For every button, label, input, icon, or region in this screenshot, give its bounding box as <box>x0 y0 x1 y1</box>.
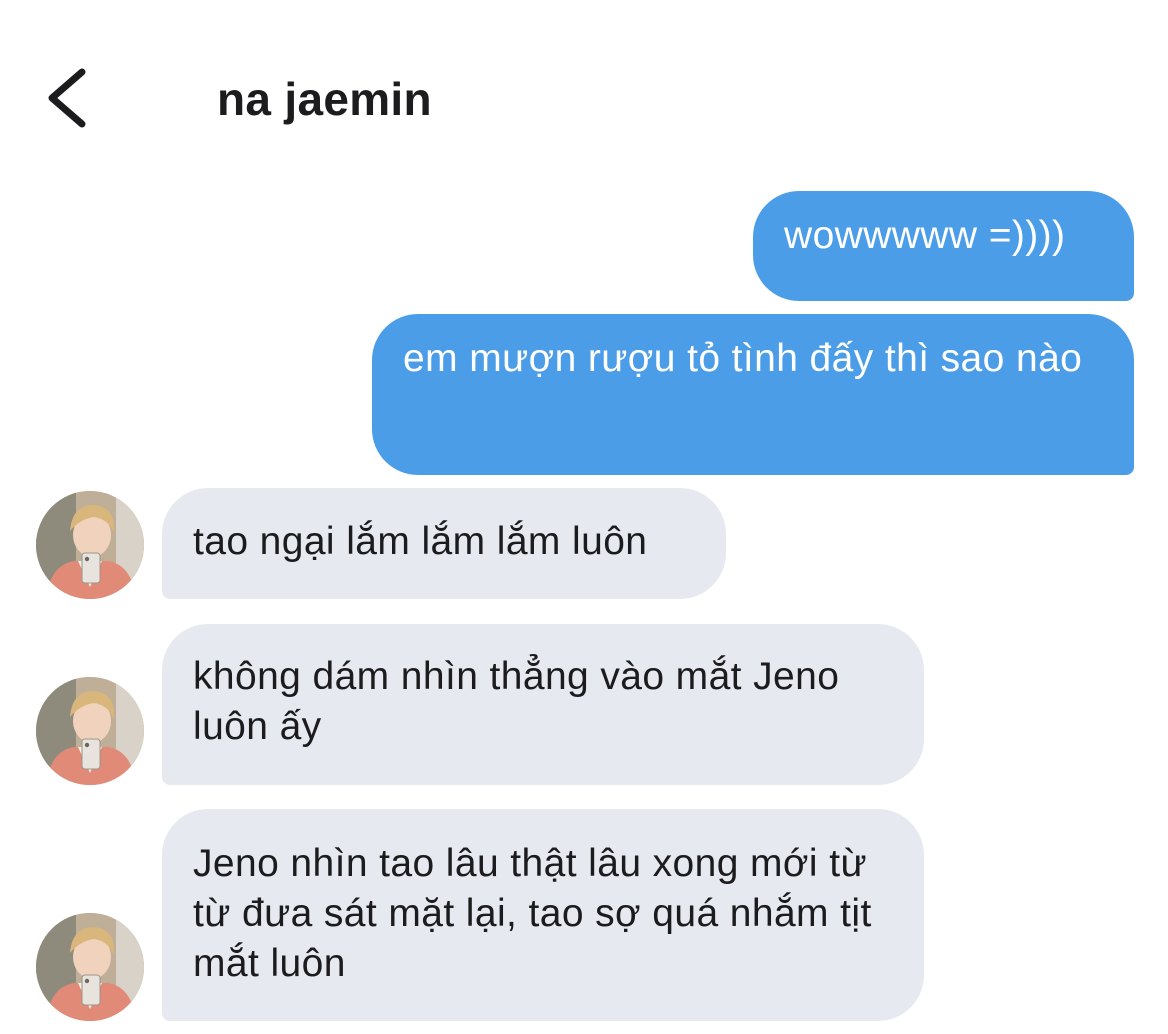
avatar-photo <box>36 491 144 599</box>
outgoing-message[interactable]: wowwwww =)))) <box>753 191 1134 301</box>
outgoing-message[interactable]: em mượn rượu tỏ tình đấy thì sao nào <box>372 314 1134 475</box>
incoming-message[interactable]: không dám nhìn thẳng vào mắt Jeno luôn ấ… <box>162 624 924 785</box>
back-button[interactable] <box>36 58 106 138</box>
chat-header: na jaemin <box>0 0 1168 190</box>
chevron-left-icon <box>48 68 86 128</box>
contact-name[interactable]: na jaemin <box>217 70 432 128</box>
incoming-message[interactable]: tao ngại lắm lắm lắm luôn <box>162 488 726 599</box>
contact-avatar[interactable] <box>36 913 144 1021</box>
avatar-photo <box>36 677 144 785</box>
incoming-message[interactable]: Jeno nhìn tao lâu thật lâu xong mới từ t… <box>162 809 924 1021</box>
contact-avatar[interactable] <box>36 677 144 785</box>
contact-avatar[interactable] <box>36 491 144 599</box>
avatar-photo <box>36 913 144 1021</box>
